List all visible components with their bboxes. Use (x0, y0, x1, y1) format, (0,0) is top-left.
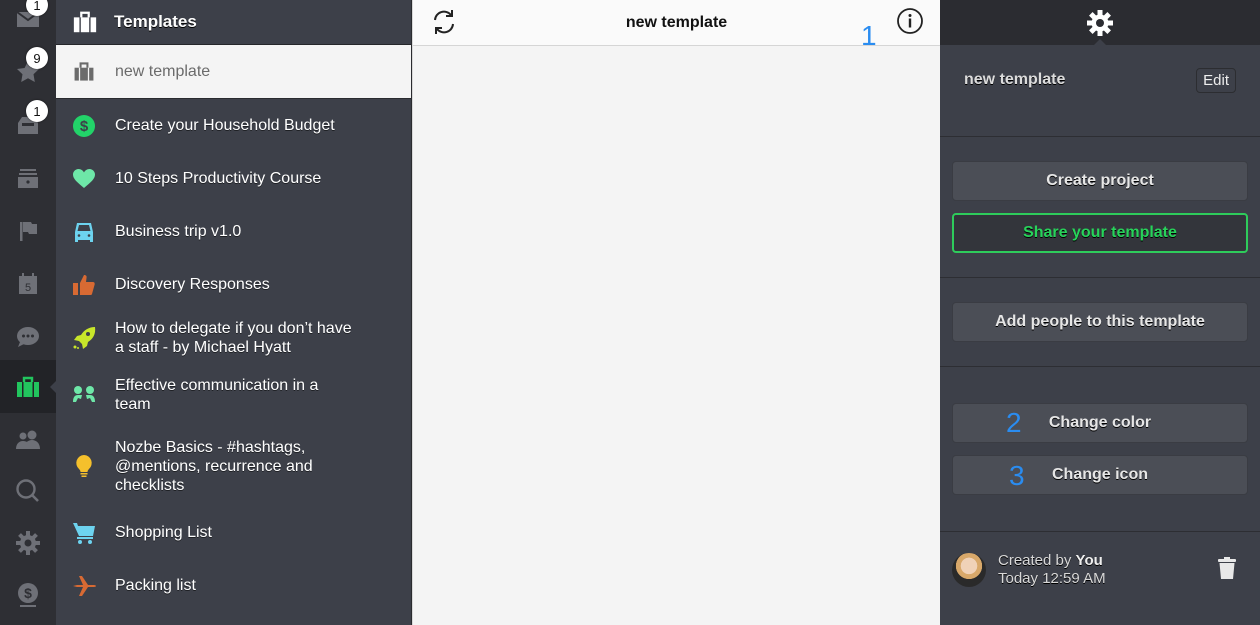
creator-name: You (1075, 552, 1103, 569)
speech-bubble-icon (17, 326, 39, 347)
heart-icon (73, 168, 95, 188)
template-label: Business trip v1.0 (115, 223, 242, 240)
svg-text:$: $ (24, 585, 32, 601)
suitcase-icon (17, 376, 39, 397)
template-label: Effective communication in a team (115, 377, 319, 413)
gear-icon[interactable] (1086, 9, 1114, 37)
people-icon (16, 430, 40, 449)
inbox-badge: 1 (26, 100, 48, 122)
suitcase-icon (74, 61, 94, 81)
template-label: 10 Steps Productivity Course (115, 170, 322, 187)
template-item-delegate[interactable]: How to delegate if you don’t have a staf… (56, 311, 411, 364)
search-icon (16, 478, 39, 502)
change-icon-button[interactable]: Change icon (952, 455, 1248, 495)
template-label: Packing list (115, 577, 196, 594)
template-item-shopping-list[interactable]: Shopping List (56, 506, 411, 559)
template-item-new-template[interactable]: new template (56, 45, 411, 99)
template-content-area: new template 1 (412, 0, 940, 625)
details-header (940, 0, 1260, 46)
rail-item-team[interactable] (0, 413, 56, 466)
avatar (952, 553, 986, 587)
change-icon-label: Change icon (1051, 466, 1148, 483)
annotation-marker-2: 2 (1006, 407, 1022, 438)
rail-item-inbox[interactable]: 1 (0, 98, 56, 151)
template-label: How to delegate if you don’t have a staf… (115, 319, 352, 356)
trash-icon[interactable] (1216, 556, 1238, 580)
airplane-icon (73, 575, 96, 596)
thumbs-up-icon (73, 274, 95, 295)
people-actions: Add people to this template (940, 278, 1260, 367)
rail-item-billing[interactable]: $ (0, 568, 56, 621)
template-item-packing-list[interactable]: Packing list (56, 559, 411, 612)
rail-item-messages[interactable]: 1 (0, 0, 56, 45)
rail-item-settings[interactable] (0, 516, 56, 569)
svg-text:$: $ (80, 118, 89, 135)
templates-title: Templates (114, 12, 197, 31)
rail-item-comments[interactable] (0, 310, 56, 363)
annotation-marker-1: 1 (861, 20, 877, 51)
created-text: Created by You Today 12:59 AM (998, 552, 1106, 587)
change-color-label: Change color (1048, 414, 1152, 431)
created-time: Today 12:59 AM (998, 570, 1106, 587)
templates-list-panel: Templates new template $ Create your Hou… (56, 0, 412, 625)
share-template-button[interactable]: Share your template (952, 213, 1248, 253)
rail-item-templates[interactable] (0, 360, 57, 413)
rocket-icon (73, 326, 96, 349)
messages-badge: 1 (26, 0, 48, 16)
primary-actions: Create project Share your template (940, 137, 1260, 278)
rail-item-categories[interactable] (0, 204, 56, 257)
info-icon[interactable] (896, 7, 924, 35)
appearance-actions: Change color Change icon 2 3 (940, 367, 1260, 532)
created-info: Created by You Today 12:59 AM (940, 532, 1260, 608)
template-name: new template (964, 71, 1066, 88)
left-nav-rail: 1 9 1 5 $ (0, 0, 57, 625)
dollar-circle-icon: $ (73, 114, 95, 137)
gear-icon (16, 530, 40, 555)
flag-icon (20, 221, 37, 241)
header-pointer (1093, 39, 1107, 46)
templates-list-header: Templates (56, 0, 411, 45)
suitcase-icon (73, 11, 97, 33)
template-item-productivity-course[interactable]: 10 Steps Productivity Course (56, 152, 411, 205)
car-icon (75, 222, 93, 242)
archive-box-icon (18, 168, 38, 188)
rail-item-search[interactable] (0, 464, 56, 517)
template-label: new template (115, 63, 211, 80)
center-title: new template (625, 13, 728, 31)
template-item-effective-communication[interactable]: Effective communication in a team (56, 364, 411, 426)
template-label: Shopping List (115, 524, 212, 541)
template-item-discovery-responses[interactable]: Discovery Responses (56, 258, 411, 311)
rail-item-calendar[interactable]: 5 (0, 257, 56, 310)
priority-badge: 9 (26, 47, 48, 69)
add-people-button[interactable]: Add people to this template (952, 302, 1248, 342)
svg-text:5: 5 (25, 282, 31, 294)
shopping-cart-icon (73, 522, 95, 544)
edit-button[interactable]: Edit (1196, 68, 1236, 93)
template-item-household-budget[interactable]: $ Create your Household Budget (56, 99, 411, 152)
lightbulb-icon (76, 455, 92, 477)
template-item-business-trip[interactable]: Business trip v1.0 (56, 205, 411, 258)
rail-item-projects[interactable] (0, 151, 56, 204)
template-label: Nozbe Basics - #hashtags, @mentions, rec… (115, 438, 313, 494)
calendar-icon: 5 (19, 272, 37, 294)
template-label: Create your Household Budget (115, 117, 335, 134)
template-item-nozbe-basics[interactable]: Nozbe Basics - #hashtags, @mentions, rec… (56, 426, 411, 506)
change-color-button[interactable]: Change color (952, 403, 1248, 443)
create-project-button[interactable]: Create project (952, 161, 1248, 201)
template-name-row: new template Edit (940, 45, 1260, 137)
two-people-icon (73, 386, 95, 402)
annotation-marker-3: 3 (1009, 460, 1025, 491)
template-label: Discovery Responses (115, 276, 270, 293)
refresh-icon[interactable] (429, 7, 459, 37)
dollar-coin-icon: $ (18, 582, 38, 607)
template-details-panel: new template Edit Create project Share y… (940, 0, 1260, 625)
rail-item-priority[interactable]: 9 (0, 45, 56, 98)
